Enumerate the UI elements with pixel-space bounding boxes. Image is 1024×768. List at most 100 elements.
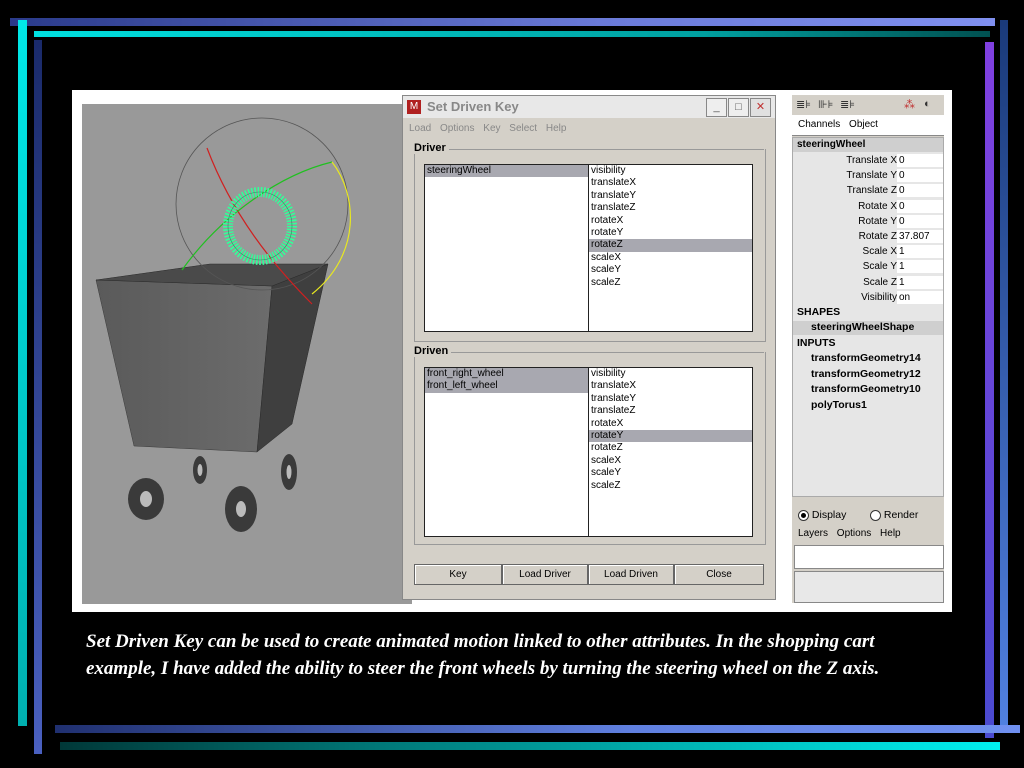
key-button[interactable]: Key: [414, 564, 502, 585]
toggle-panel-icon[interactable]: ◐: [924, 98, 931, 110]
render-radio[interactable]: [870, 509, 881, 521]
driver-attribute-item[interactable]: scaleY: [589, 264, 752, 276]
driven-attribute-item[interactable]: translateY: [589, 393, 752, 405]
driven-attribute-item[interactable]: scaleX: [589, 455, 752, 467]
driver-object-list[interactable]: steeringWheel: [424, 164, 589, 332]
driver-attribute-item[interactable]: visibility: [589, 165, 752, 177]
shapes-heading: SHAPES: [797, 306, 841, 318]
channel-row[interactable]: Scale Y1: [793, 259, 943, 274]
driver-label: Driver: [414, 142, 449, 154]
driver-attribute-item[interactable]: translateY: [589, 190, 752, 202]
driver-attribute-item[interactable]: translateZ: [589, 202, 752, 214]
channel-value-field[interactable]: 0: [897, 214, 943, 228]
driven-object-item[interactable]: front_left_wheel: [425, 380, 588, 393]
minimize-button[interactable]: _: [706, 98, 727, 117]
driven-attribute-item[interactable]: scaleZ: [589, 480, 752, 492]
driver-object-item[interactable]: steeringWheel: [425, 165, 588, 178]
frame-bar-bottom-cyan: [60, 742, 1000, 750]
channel-value-field[interactable]: 37.807: [897, 230, 943, 243]
close-button[interactable]: Close: [674, 564, 764, 585]
layer-editor-layout-icon[interactable]: ≣⊧: [840, 98, 855, 111]
driven-attribute-item[interactable]: visibility: [589, 368, 752, 380]
channel-row[interactable]: Translate Z0: [793, 183, 943, 198]
frame-bar-top: [10, 18, 995, 26]
channel-row[interactable]: Rotate Y0: [793, 214, 943, 229]
3d-viewport[interactable]: [82, 104, 412, 604]
channel-value-field[interactable]: 0: [897, 169, 943, 183]
shape-item[interactable]: steeringWheelShape: [811, 321, 914, 333]
channel-label: Scale Y: [862, 261, 897, 273]
driven-attribute-item[interactable]: rotateY: [589, 429, 752, 443]
channel-value-field[interactable]: 1: [897, 275, 943, 289]
layer-toolbar-field[interactable]: [794, 545, 944, 569]
driver-attribute-item[interactable]: rotateZ: [589, 239, 752, 252]
channel-row[interactable]: Rotate X0: [793, 199, 943, 214]
channel-box: ≣⊧ ⊪⊧ ≣⊧ ⁂ ◐ Channels Object steeringWhe…: [792, 95, 944, 603]
channel-row[interactable]: Visibility on: [793, 290, 943, 305]
driver-attribute-list[interactable]: visibility translateX translateY translateZ…: [588, 164, 753, 332]
driver-attribute-item[interactable]: rotateY: [589, 227, 752, 239]
menu-layers[interactable]: Layers: [798, 525, 828, 543]
driven-object-item[interactable]: front_right_wheel: [425, 368, 588, 381]
maximize-button[interactable]: □: [728, 98, 749, 117]
driven-attribute-item[interactable]: scaleY: [589, 467, 752, 479]
driven-attribute-item[interactable]: rotateX: [589, 418, 752, 430]
driven-object-list[interactable]: front_right_wheel front_left_wheel: [424, 367, 589, 537]
driven-attribute-item[interactable]: translateX: [589, 380, 752, 392]
input-item[interactable]: polyTorus1: [811, 399, 867, 411]
menu-options[interactable]: Options: [440, 120, 474, 138]
channel-row[interactable]: Translate X0: [793, 153, 943, 168]
menu-layer-help[interactable]: Help: [880, 525, 901, 543]
frame-bar-right-outer: [1000, 20, 1008, 726]
channel-box-panel: steeringWheel Translate X 0 Translate Y 0 Tr…: [792, 137, 944, 497]
driven-attribute-item[interactable]: translateZ: [589, 405, 752, 417]
channel-value-field[interactable]: 0: [897, 184, 943, 198]
channel-value-field[interactable]: 0: [897, 154, 943, 167]
input-item[interactable]: transformGeometry12: [811, 368, 921, 380]
title-bar[interactable]: M Set Driven Key _ □ ✕: [403, 96, 775, 118]
node-name[interactable]: steeringWheel: [793, 138, 943, 152]
input-item[interactable]: transformGeometry10: [811, 383, 921, 395]
window-title: Set Driven Key: [427, 99, 519, 114]
driver-attribute-item[interactable]: scaleX: [589, 252, 752, 264]
menu-load[interactable]: Load: [409, 120, 431, 138]
driver-attribute-item[interactable]: rotateX: [589, 215, 752, 227]
display-radio[interactable]: [798, 509, 809, 521]
driver-attribute-item[interactable]: translateX: [589, 177, 752, 189]
layer-list[interactable]: [794, 571, 944, 603]
load-driver-button[interactable]: Load Driver: [502, 564, 588, 585]
load-driven-button[interactable]: Load Driven: [588, 564, 674, 585]
menu-key[interactable]: Key: [483, 120, 500, 138]
channel-value-field[interactable]: 1: [897, 245, 943, 259]
driven-label: Driven: [414, 345, 452, 357]
menu-channels[interactable]: Channels: [798, 115, 840, 135]
channel-box-menu: Channels Object: [792, 115, 944, 136]
render-radio-option[interactable]: Render: [870, 509, 918, 521]
channel-value-field[interactable]: 1: [897, 260, 943, 274]
channel-row[interactable]: Scale X1: [793, 244, 943, 259]
slide-caption: Set Driven Key can be used to create ani…: [86, 631, 880, 679]
channel-row[interactable]: Rotate Z 37.807: [793, 229, 943, 244]
channel-label: Translate Z: [846, 185, 897, 197]
channel-value-field[interactable]: 0: [897, 199, 943, 213]
channel-label: Rotate Z: [858, 231, 897, 242]
driver-attribute-item[interactable]: scaleZ: [589, 277, 752, 289]
channel-row[interactable]: Translate Y0: [793, 168, 943, 183]
close-window-button[interactable]: ✕: [750, 98, 771, 117]
menu-select[interactable]: Select: [509, 120, 537, 138]
channel-label: Scale X: [862, 246, 897, 258]
menu-layer-options[interactable]: Options: [837, 525, 871, 543]
layer-mode-options: Display Render: [792, 505, 944, 525]
channel-value-field[interactable]: on: [897, 290, 943, 304]
driven-attribute-item[interactable]: rotateZ: [589, 442, 752, 454]
channel-box-layout-icon[interactable]: ≣⊧: [796, 98, 811, 111]
display-radio-option[interactable]: Display: [798, 509, 846, 521]
input-item[interactable]: transformGeometry14: [811, 352, 921, 364]
driven-attribute-list[interactable]: visibility translateX translateY translateZ…: [588, 367, 753, 537]
tool-settings-icon[interactable]: ⁂: [904, 98, 915, 111]
channel-layer-layout-icon[interactable]: ⊪⊧: [818, 98, 833, 111]
menu-help[interactable]: Help: [546, 120, 567, 138]
channel-row[interactable]: Scale Z1: [793, 275, 943, 290]
set-driven-key-window: M Set Driven Key _ □ ✕ Load Options Key …: [402, 95, 776, 600]
menu-object[interactable]: Object: [849, 115, 878, 135]
